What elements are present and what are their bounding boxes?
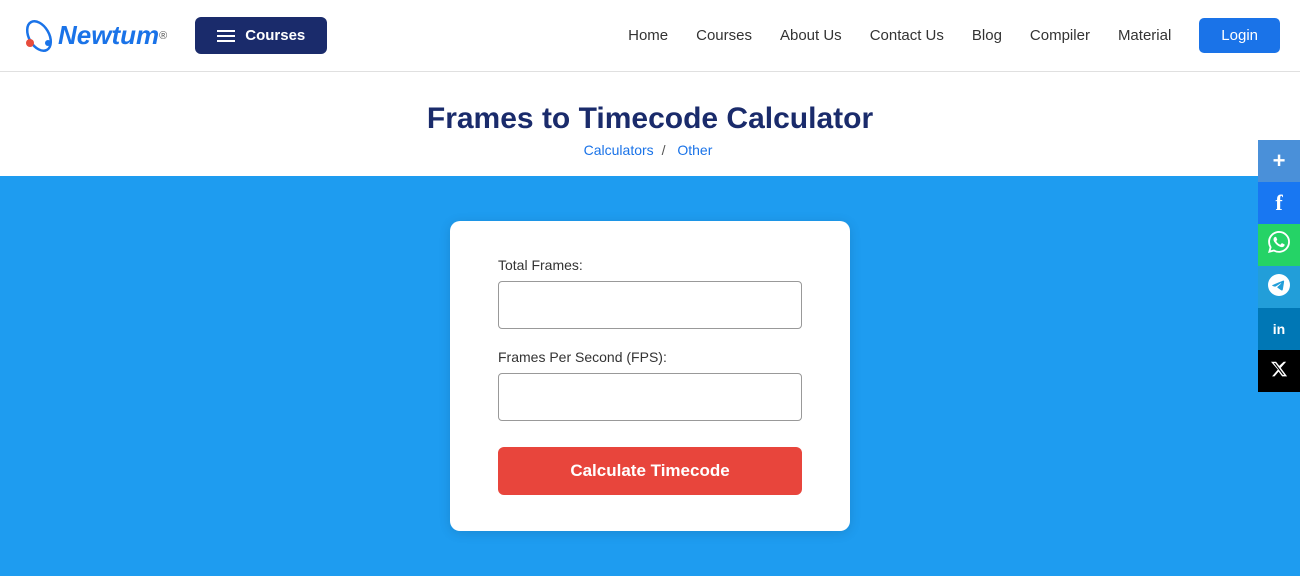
fps-input[interactable] [498,373,802,421]
logo: Newtum® [20,17,167,55]
plus-icon: + [1273,148,1286,174]
logo-area: Newtum® Courses [20,17,327,55]
breadcrumb-other: Other [677,142,712,158]
social-twitter-button[interactable] [1258,350,1300,392]
courses-btn-label: Courses [245,27,305,44]
page-title: Frames to Timecode Calculator [20,102,1280,136]
social-facebook-button[interactable]: f [1258,182,1300,224]
nav-material[interactable]: Material [1118,27,1171,44]
nav-courses[interactable]: Courses [696,27,752,44]
main-section: Total Frames: Frames Per Second (FPS): C… [0,176,1300,576]
login-button[interactable]: Login [1199,18,1280,53]
nav-compiler[interactable]: Compiler [1030,27,1090,44]
total-frames-input[interactable] [498,281,802,329]
social-share-plus-button[interactable]: + [1258,140,1300,182]
logo-new-text: N [58,20,77,51]
main-nav: Home Courses About Us Contact Us Blog Co… [628,18,1280,53]
social-telegram-button[interactable] [1258,266,1300,308]
nav-blog[interactable]: Blog [972,27,1002,44]
telegram-icon [1268,274,1290,301]
header: Newtum® Courses Home Courses About Us Co… [0,0,1300,72]
logo-icon [20,17,58,55]
breadcrumb: Calculators / Other [20,142,1280,158]
social-sidebar: + f in [1258,140,1300,392]
fps-label: Frames Per Second (FPS): [498,349,802,365]
breadcrumb-separator: / [662,142,666,158]
logo-reg: ® [159,30,167,42]
courses-button[interactable]: Courses [195,17,327,54]
breadcrumb-calculators[interactable]: Calculators [584,142,654,158]
facebook-icon: f [1275,190,1282,216]
total-frames-label: Total Frames: [498,257,802,273]
calculate-timecode-button[interactable]: Calculate Timecode [498,447,802,495]
nav-contact-us[interactable]: Contact Us [870,27,944,44]
twitter-x-icon [1270,360,1288,383]
nav-about-us[interactable]: About Us [780,27,842,44]
hamburger-icon [217,30,235,42]
whatsapp-icon [1268,231,1290,259]
social-linkedin-button[interactable]: in [1258,308,1300,350]
nav-home[interactable]: Home [628,27,668,44]
linkedin-icon: in [1273,321,1285,337]
title-section: Frames to Timecode Calculator Calculator… [0,72,1300,176]
calculator-card: Total Frames: Frames Per Second (FPS): C… [450,221,850,531]
social-whatsapp-button[interactable] [1258,224,1300,266]
